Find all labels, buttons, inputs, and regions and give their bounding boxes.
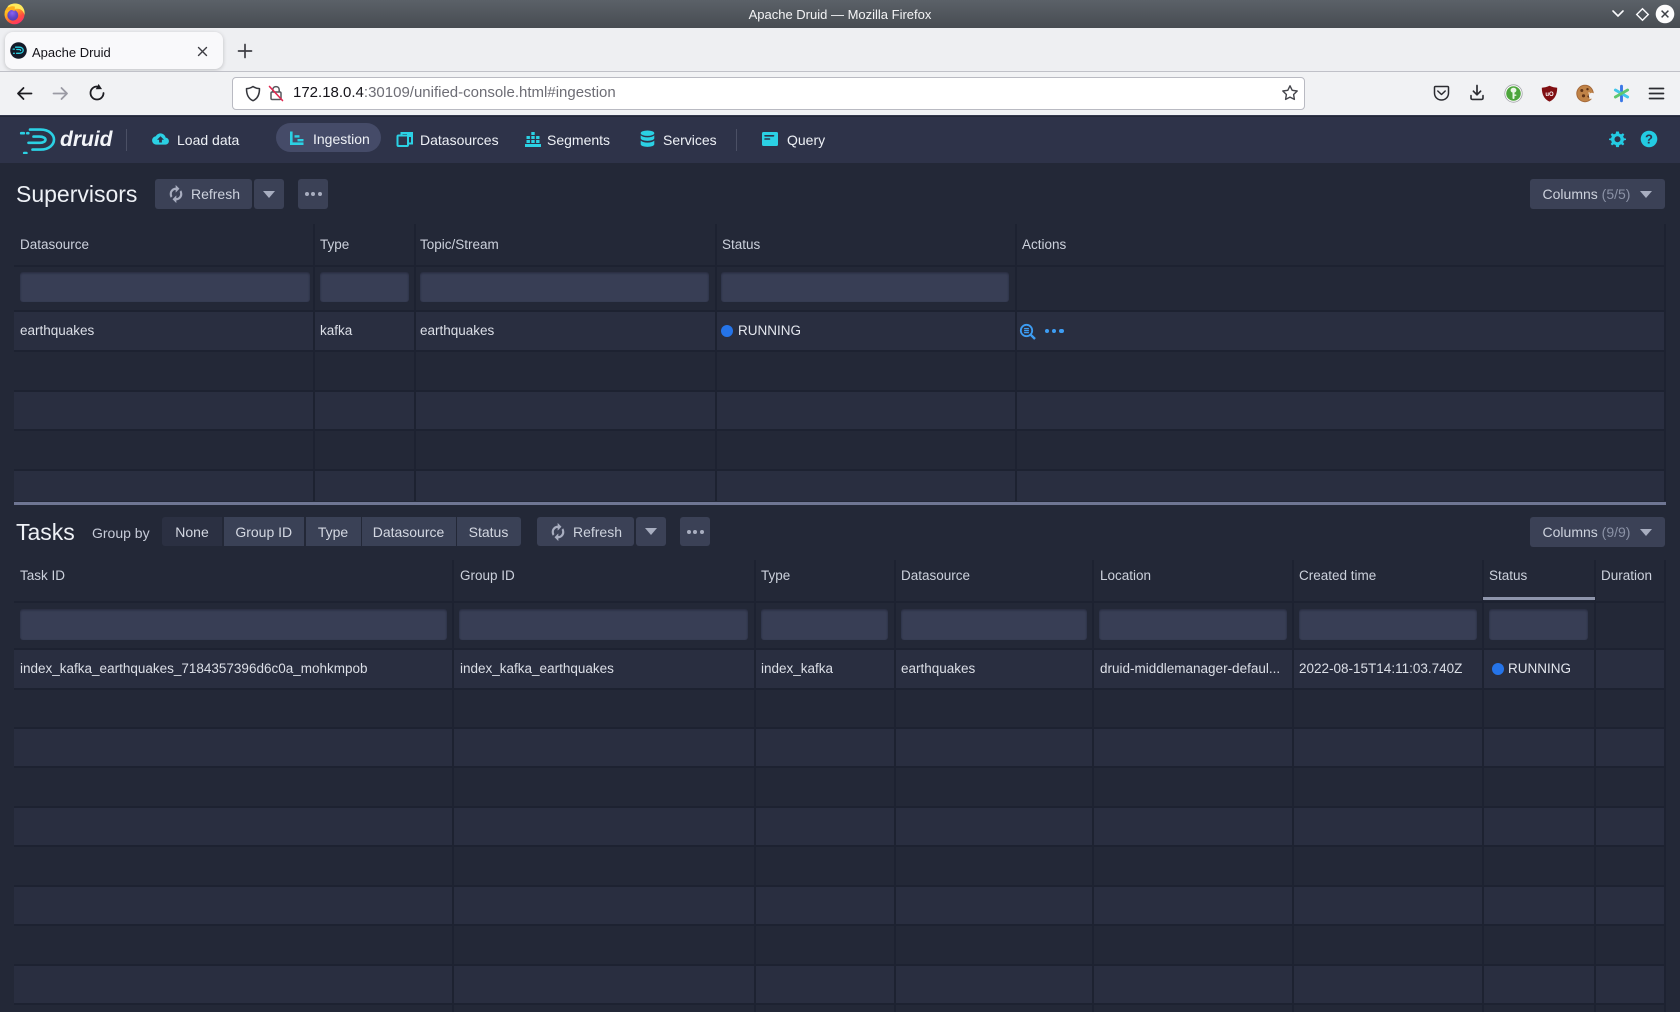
svg-text:?: ?: [1645, 132, 1653, 147]
svg-text:uO: uO: [1545, 92, 1554, 98]
